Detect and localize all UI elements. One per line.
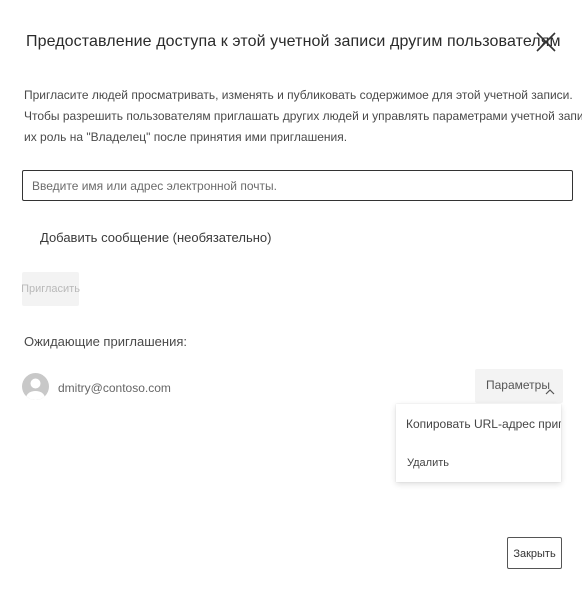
close-button[interactable]: Закрыть (507, 537, 562, 569)
dialog-description: Пригласите людей просматривать, изменять… (24, 85, 582, 148)
options-button-label: Параметры (486, 378, 550, 392)
pending-invite-email: dmitry@contoso.com (58, 381, 171, 395)
menu-item-delete[interactable]: Удалить (407, 457, 449, 469)
chevron-up-icon (545, 382, 555, 400)
add-message-link[interactable]: Добавить сообщение (необязательно) (40, 230, 271, 245)
menu-item-copy-invite-url[interactable]: Копировать URL-адрес приглашения (406, 417, 561, 431)
person-icon (22, 373, 49, 400)
pending-invitations-heading: Ожидающие приглашения: (24, 334, 187, 349)
email-input[interactable] (22, 170, 573, 201)
dialog-title: Предоставление доступа к этой учетной за… (26, 33, 561, 50)
options-button[interactable]: Параметры (475, 369, 563, 403)
avatar (22, 373, 49, 400)
options-menu: Копировать URL-адрес приглашения Удалить (396, 404, 561, 482)
invite-button[interactable]: Пригласить (21, 272, 80, 306)
description-line: Пригласите людей просматривать, изменять… (24, 88, 573, 102)
share-account-dialog: Предоставление доступа к этой учетной за… (0, 0, 582, 594)
close-icon (535, 31, 557, 53)
description-line: Чтобы разрешить пользователям приглашать… (24, 109, 582, 123)
description-line: их роль на "Владелец" после принятия ими… (24, 130, 348, 144)
close-dialog-button[interactable] (535, 31, 557, 53)
